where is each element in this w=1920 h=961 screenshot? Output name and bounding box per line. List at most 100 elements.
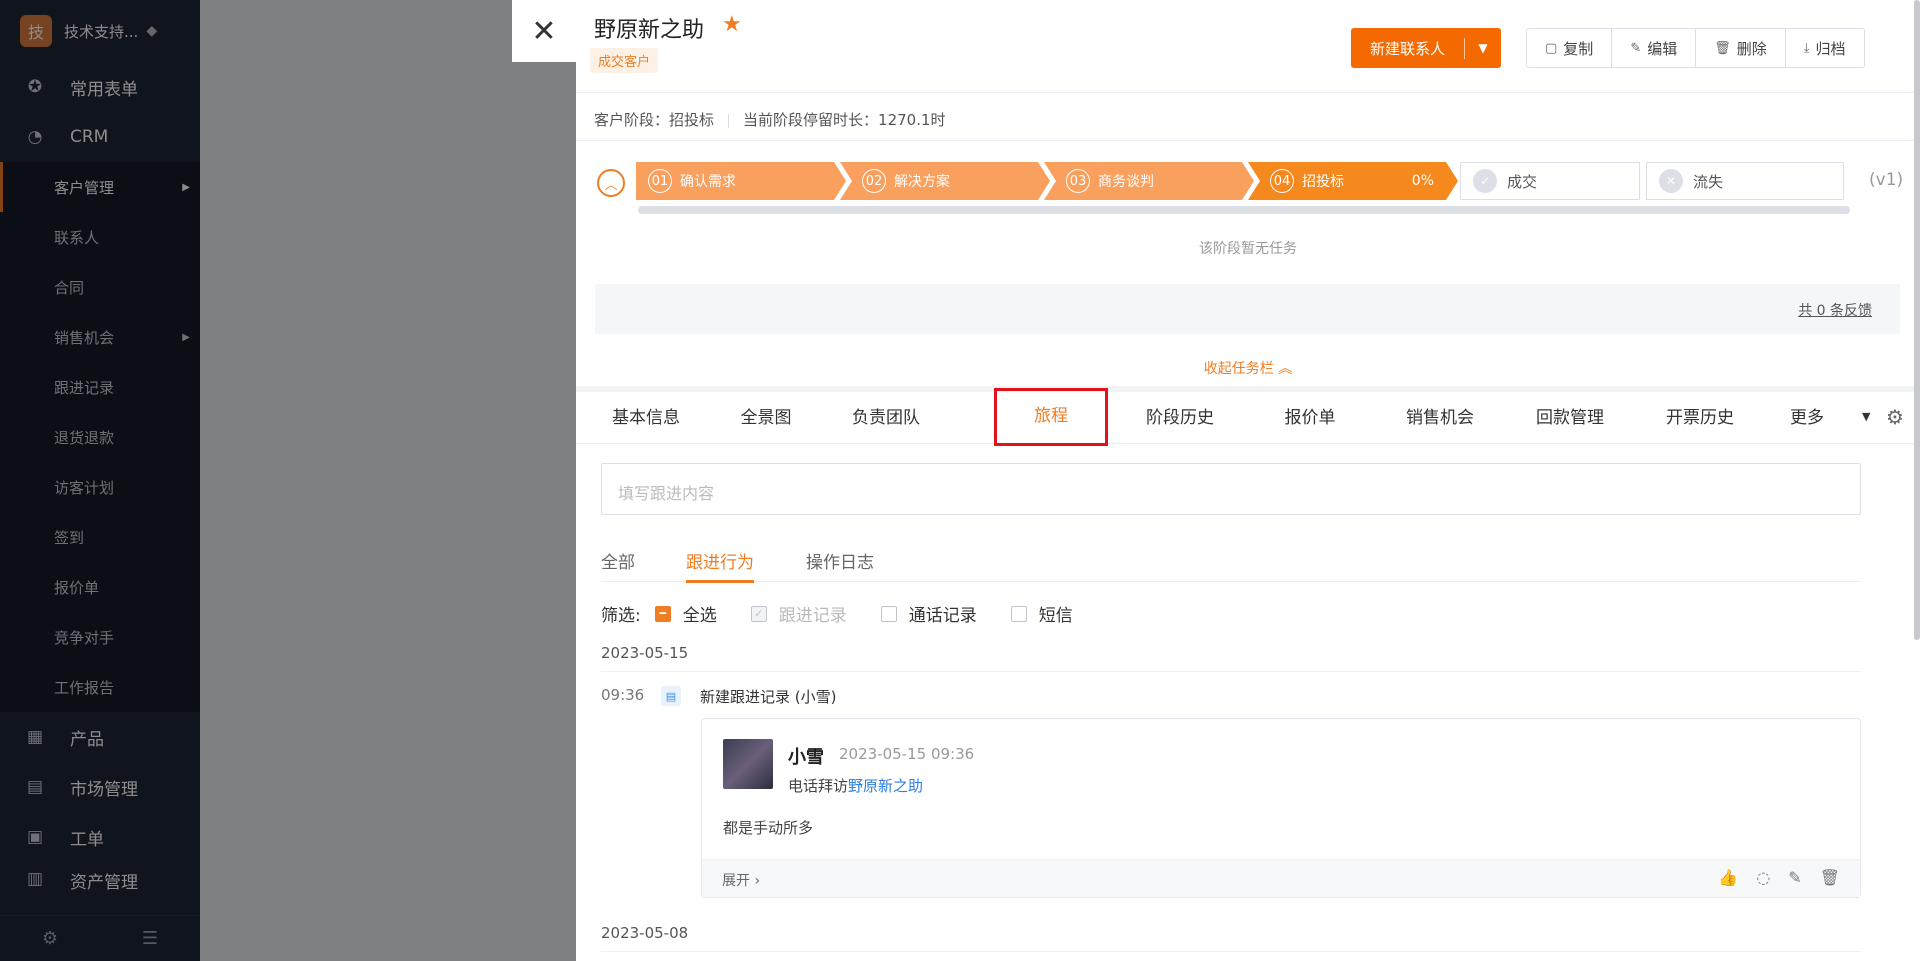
- card-action: 电话拜访: [788, 777, 849, 795]
- archive-button[interactable]: ⤓ 归档: [1786, 29, 1864, 67]
- stage-info: 客户阶段：招投标 当前阶段停留时长：1270.1时: [594, 109, 946, 130]
- card-actions: 👍 ◌ ✎ 🗑: [1718, 868, 1840, 887]
- collapse-task-bar[interactable]: 收起任务栏 ︽: [576, 358, 1920, 378]
- stage-label: 客户阶段：: [594, 111, 670, 129]
- trash-icon: 🗑: [1714, 40, 1731, 56]
- timeline-date: 2023-05-08: [601, 924, 689, 942]
- customer-link[interactable]: 野原新之助: [848, 777, 923, 795]
- trash-icon[interactable]: 🗑: [1820, 868, 1840, 887]
- tab-opportunities[interactable]: 销售机会: [1390, 392, 1490, 444]
- copy-button[interactable]: ▢ 复制: [1527, 29, 1613, 67]
- won-label: 成交: [1507, 172, 1538, 191]
- scrollbar[interactable]: [1914, 0, 1920, 640]
- chevron-down-icon[interactable]: ▼: [1465, 41, 1501, 55]
- copy-icon: ▢: [1545, 40, 1558, 56]
- select-all-label[interactable]: 全选: [683, 601, 717, 626]
- feedback-link[interactable]: 共 0 条反馈: [1798, 300, 1872, 320]
- duration-label: 当前阶段停留时长：: [743, 111, 879, 129]
- divider: [601, 671, 1861, 672]
- caret-down-icon[interactable]: ▼: [1862, 410, 1870, 423]
- customer-detail-drawer: 野原新之助 ★ 成交客户 新建联系人 ▼ ▢ 复制 ✎ 编辑 🗑 删除 ⤓ 归档 客户阶…: [576, 0, 1920, 961]
- thumbs-up-icon[interactable]: 👍: [1718, 868, 1738, 887]
- stage-won[interactable]: ✓ 成交: [1460, 162, 1640, 200]
- stage-step-3[interactable]: 03 商务谈判: [1044, 162, 1254, 200]
- version-label: (v1): [1869, 170, 1904, 190]
- edit-icon[interactable]: ✎: [1788, 868, 1801, 887]
- filter-label: 筛选:: [601, 606, 641, 626]
- gear-icon[interactable]: ⚙: [1886, 405, 1904, 429]
- tab-invoices[interactable]: 开票历史: [1650, 392, 1750, 444]
- double-chevron-up-icon: ︽: [1278, 361, 1293, 377]
- delete-button[interactable]: 🗑 删除: [1696, 29, 1786, 67]
- timeline-date: 2023-05-15: [601, 644, 689, 662]
- followup-card: 小雪 2023-05-15 09:36 电话拜访野原新之助 都是手动所多 展开 …: [701, 718, 1861, 898]
- new-contact-button[interactable]: 新建联系人 ▼: [1351, 28, 1501, 68]
- event-time: 09:36: [601, 686, 645, 704]
- step-label: 商务谈判: [1098, 174, 1154, 190]
- x-circle-icon: ✕: [1659, 169, 1683, 193]
- expand-label: 展开: [722, 873, 750, 889]
- copy-label: 复制: [1563, 39, 1594, 58]
- delete-label: 删除: [1736, 39, 1767, 58]
- step-number: 03: [1066, 169, 1090, 193]
- stage-value: 招投标: [669, 111, 715, 129]
- avatar: [723, 739, 773, 789]
- divider: [576, 92, 1920, 93]
- expand-button[interactable]: 展开 ›: [722, 870, 760, 890]
- followup-record-label[interactable]: 跟进记录: [779, 601, 847, 626]
- document-icon: ▤: [661, 686, 681, 706]
- followup-record-checkbox[interactable]: ✓: [750, 605, 767, 622]
- feedback-bar: 共 0 条反馈: [595, 284, 1900, 334]
- tab-stage-history[interactable]: 阶段历史: [1130, 392, 1230, 444]
- sms-checkbox[interactable]: [1010, 605, 1027, 622]
- step-number: 02: [862, 169, 886, 193]
- step-number: 04: [1270, 169, 1294, 193]
- stage-step-1[interactable]: 01 确认需求: [636, 162, 846, 200]
- sms-label[interactable]: 短信: [1039, 601, 1073, 626]
- card-action-line: 电话拜访野原新之助: [788, 775, 923, 796]
- edit-icon: ✎: [1630, 40, 1642, 56]
- check-icon: ✓: [1473, 169, 1497, 193]
- call-record-label[interactable]: 通话记录: [909, 601, 977, 626]
- customer-name: 野原新之助: [594, 18, 705, 43]
- author-name: 小雪: [788, 747, 824, 768]
- archive-label: 归档: [1815, 39, 1846, 58]
- step-label: 招投标: [1302, 174, 1344, 190]
- stage-step-4[interactable]: 04 招投标 0%: [1248, 162, 1458, 200]
- subtab-oplog[interactable]: 操作日志: [806, 548, 874, 573]
- action-button-group: ▢ 复制 ✎ 编辑 🗑 删除 ⤓ 归档: [1526, 28, 1865, 68]
- stage-step-2[interactable]: 02 解决方案: [840, 162, 1050, 200]
- tab-basic-info[interactable]: 基本信息: [596, 392, 696, 444]
- star-icon[interactable]: ★: [722, 12, 742, 37]
- new-contact-label: 新建联系人: [1351, 37, 1465, 59]
- edit-label: 编辑: [1647, 39, 1678, 58]
- step-label: 解决方案: [894, 174, 950, 190]
- detail-tabs: 基本信息 全景图 负责团队 旅程 阶段历史 报价单 销售机会 回款管理 开票历史…: [576, 388, 1920, 446]
- followup-input[interactable]: 填写跟进内容: [601, 463, 1861, 515]
- subtab-followup[interactable]: 跟进行为: [686, 548, 754, 583]
- collapse-label: 收起任务栏: [1203, 361, 1274, 377]
- step-label: 确认需求: [680, 174, 736, 190]
- edit-button[interactable]: ✎ 编辑: [1612, 29, 1697, 67]
- step-number: 01: [648, 169, 672, 193]
- close-icon[interactable]: ✕: [512, 0, 576, 62]
- comment-icon[interactable]: ◌: [1756, 868, 1770, 887]
- tab-panorama[interactable]: 全景图: [716, 392, 816, 444]
- tab-more[interactable]: 更多: [1772, 392, 1842, 444]
- tab-team[interactable]: 负责团队: [836, 392, 936, 444]
- subtab-all[interactable]: 全部: [601, 548, 635, 573]
- status-badge: 成交客户: [590, 48, 659, 73]
- download-icon: ⤓: [1803, 40, 1810, 56]
- tab-quotes[interactable]: 报价单: [1260, 392, 1360, 444]
- stage-scrollbar[interactable]: [638, 206, 1850, 214]
- step-percent: 0%: [1411, 173, 1434, 189]
- filter-row: 筛选: ━ 全选 ✓ 跟进记录 通话记录 短信: [601, 601, 1107, 626]
- stage-lost[interactable]: ✕ 流失: [1646, 162, 1844, 200]
- journey-subtabs: 全部 跟进行为 操作日志: [601, 540, 1861, 583]
- divider: [601, 951, 1861, 952]
- tab-journey[interactable]: 旅程: [994, 388, 1108, 446]
- call-record-checkbox[interactable]: [880, 605, 897, 622]
- tab-payments[interactable]: 回款管理: [1520, 392, 1620, 444]
- select-all-checkbox[interactable]: ━: [654, 605, 671, 622]
- chevron-up-icon[interactable]: ︿: [597, 169, 625, 197]
